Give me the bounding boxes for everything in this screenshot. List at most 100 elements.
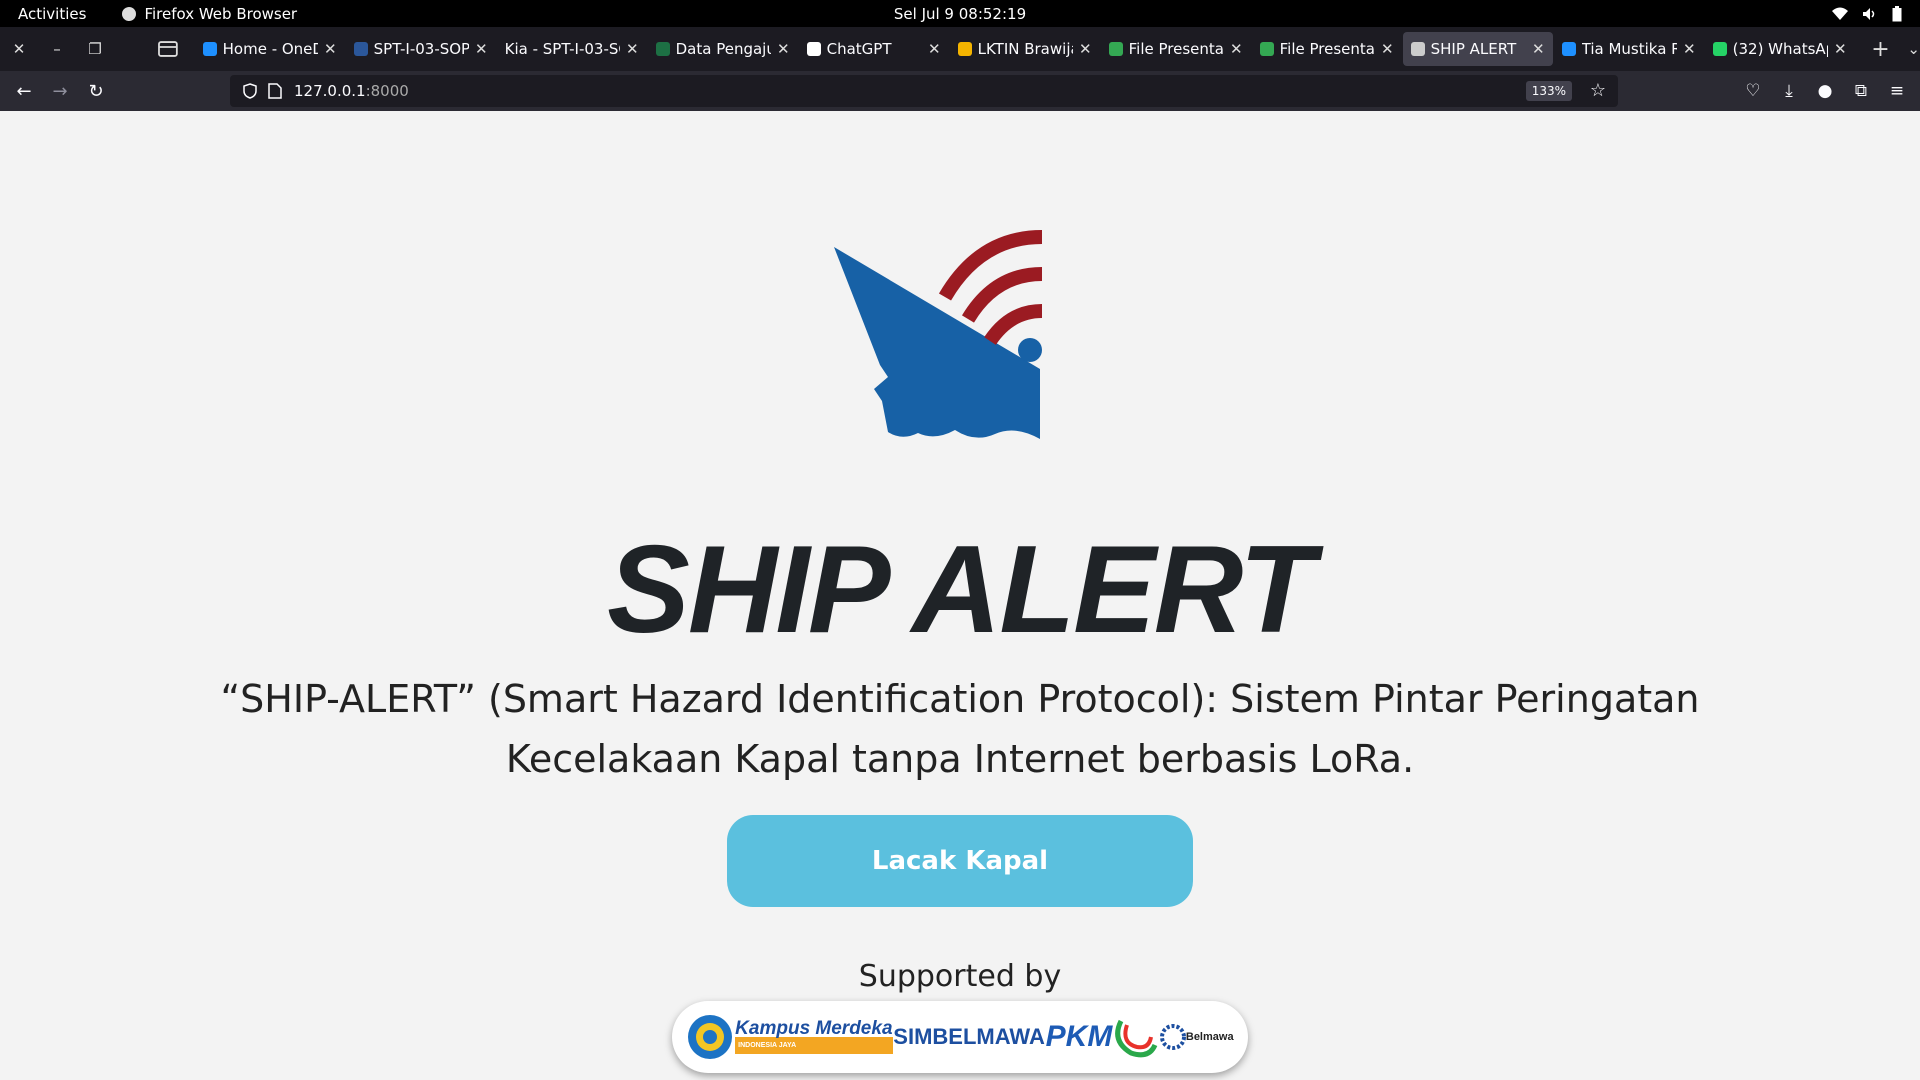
tab-5[interactable]: LKTIN Brawija ✕ (950, 32, 1100, 66)
system-tray[interactable] (1832, 5, 1902, 22)
slides-icon (957, 42, 972, 56)
whatsapp-icon (1712, 42, 1727, 56)
window-controls: ✕ – ❐ (8, 40, 157, 58)
onedrive-icon (1561, 42, 1576, 56)
page-icon (1410, 42, 1425, 56)
firefox-icon (122, 6, 137, 21)
pkm-text: PKM (1045, 1020, 1113, 1053)
tab-title: SPT-I-03-SOP (373, 40, 470, 58)
chatgpt-icon (806, 42, 821, 56)
extensions-icon[interactable]: ⧉ (1852, 81, 1870, 101)
page-info-icon[interactable] (268, 83, 282, 99)
tab-10[interactable]: (32) WhatsAp ✕ (1705, 32, 1855, 66)
tab-9[interactable]: Tia Mustika R ✕ (1554, 32, 1704, 66)
battery-icon (1892, 5, 1902, 21)
belmawa-logo: Belmawa (1159, 1024, 1234, 1050)
tab-title: Tia Mustika R (1581, 40, 1678, 58)
menu-icon[interactable]: ≡ (1888, 81, 1906, 101)
url-port: :8000 (365, 82, 409, 100)
sponsor-logos-strip: Kampus Merdeka INDONESIA JAYA SIMBELMAWA … (672, 1001, 1248, 1073)
app-menu[interactable]: Firefox Web Browser (122, 5, 297, 23)
bookmark-star-icon[interactable]: ☆ (1590, 80, 1606, 101)
kampus-merdeka-text: Kampus Merdeka (735, 1018, 893, 1039)
wifi-icon (1832, 7, 1848, 20)
simbelmawa-text: SIMBELMAWA (893, 1024, 1045, 1049)
tab-strip: Home - OneD ✕ SPT-I-03-SOP ✕ Kia - SPT-I-03-… (195, 32, 1856, 66)
url-host: 127.0.0.1 (294, 82, 366, 100)
close-tab-icon[interactable]: ✕ (1532, 40, 1545, 58)
close-tab-icon[interactable]: ✕ (1230, 40, 1243, 58)
list-all-tabs-icon[interactable]: ⌄ (1907, 40, 1920, 58)
firefox-view-icon[interactable] (157, 40, 179, 58)
excel-icon (655, 42, 670, 56)
activities-button[interactable]: Activities (18, 5, 86, 23)
simbelmawa-logo: SIMBELMAWA (893, 1024, 1045, 1050)
zoom-level-button[interactable]: 133% (1525, 81, 1572, 101)
supported-by-label: Supported by (858, 959, 1062, 994)
close-tab-icon[interactable]: ✕ (928, 40, 941, 58)
volume-icon (1863, 7, 1875, 20)
ship-alert-logo (834, 230, 1043, 439)
drive-icon (1108, 42, 1123, 56)
tab-4[interactable]: ChatGPT ✕ (799, 32, 949, 66)
close-tab-icon[interactable]: ✕ (324, 40, 337, 58)
close-tab-icon[interactable]: ✕ (1834, 40, 1847, 58)
signal-arc-inner (984, 304, 1043, 346)
close-tab-icon[interactable]: ✕ (777, 40, 790, 58)
page-subtitle: “SHIP-ALERT” (Smart Hazard Identificatio… (160, 669, 1760, 789)
swirl-logo (1113, 1015, 1159, 1059)
onedrive-icon (202, 42, 217, 56)
forward-icon[interactable]: → (42, 81, 78, 102)
drive-icon (1259, 42, 1274, 56)
subtitle-line-2: Kecelakaan Kapal tanpa Internet berbasis… (505, 737, 1415, 781)
restore-window-icon[interactable]: ❐ (84, 40, 106, 58)
lacak-kapal-button[interactable]: Lacak Kapal (727, 815, 1193, 907)
tab-bar: ✕ – ❐ Home - OneD ✕ SPT-I-03-SOP ✕ Kia - SPT… (0, 27, 1920, 71)
pocket-icon[interactable]: ♡ (1744, 81, 1762, 101)
tab-2[interactable]: Kia - SPT-I-03-SOF ✕ (497, 32, 647, 66)
reload-icon[interactable]: ↻ (78, 81, 114, 102)
tab-title: SHIP ALERT (1430, 40, 1517, 58)
tab-title: File Presentas (1279, 40, 1376, 58)
tab-8[interactable]: SHIP ALERT ✕ (1402, 32, 1553, 66)
close-tab-icon[interactable]: ✕ (626, 40, 639, 58)
close-tab-icon[interactable]: ✕ (1381, 40, 1394, 58)
clock[interactable]: Sel Jul 9 08:52:19 (894, 5, 1026, 23)
page-content: SHIP ALERT “SHIP-ALERT” (Smart Hazard Id… (0, 111, 1920, 1080)
word-icon (353, 42, 368, 56)
close-window-icon[interactable]: ✕ (8, 40, 30, 58)
belmawa-text: Belmawa (1185, 1031, 1234, 1043)
toolbar-buttons: ♡ ⤓ ● ⧉ ≡ (1744, 81, 1906, 101)
system-top-bar: Activities Firefox Web Browser Sel Jul 9… (0, 0, 1920, 27)
tab-title: ChatGPT (826, 40, 892, 58)
page-headline: SHIP ALERT (607, 521, 1315, 659)
close-tab-icon[interactable]: ✕ (1683, 40, 1696, 58)
app-name: Firefox Web Browser (144, 4, 298, 23)
tab-3[interactable]: Data Pengaju ✕ (648, 32, 798, 66)
kemdikbud-logo (686, 1013, 734, 1061)
subtitle-line-1: “SHIP-ALERT” (Smart Hazard Identificatio… (220, 677, 1700, 721)
tab-title: Data Pengaju (675, 40, 772, 58)
new-tab-button[interactable]: + (1868, 37, 1894, 62)
tab-7[interactable]: File Presentas ✕ (1252, 32, 1402, 66)
tab-1[interactable]: SPT-I-03-SOP ✕ (346, 32, 496, 66)
minimize-window-icon[interactable]: – (46, 40, 68, 58)
tab-title: Home - OneD (222, 40, 319, 58)
url-bar[interactable]: 127.0.0.1:8000 133% ☆ (230, 75, 1618, 107)
navigation-bar: ← → ↻ 127.0.0.1:8000 133% ☆ ♡ ⤓ ● ⧉ ≡ (0, 71, 1920, 111)
close-tab-icon[interactable]: ✕ (475, 40, 488, 58)
tab-title: File Presentas (1128, 40, 1225, 58)
back-icon[interactable]: ← (6, 81, 42, 102)
tab-title: LKTIN Brawija (977, 40, 1074, 58)
tab-0[interactable]: Home - OneD ✕ (195, 32, 345, 66)
tracking-protection-icon[interactable] (242, 83, 258, 99)
tab-title: Kia - SPT-I-03-SOF (504, 40, 620, 58)
pkm-logo: PKM (1046, 1020, 1113, 1054)
close-tab-icon[interactable]: ✕ (1079, 40, 1092, 58)
ship-mast-circle (1018, 338, 1042, 362)
kampus-merdeka-logo: Kampus Merdeka INDONESIA JAYA (735, 1018, 893, 1054)
account-icon[interactable]: ● (1816, 81, 1834, 101)
url-text[interactable]: 127.0.0.1:8000 (294, 82, 409, 100)
downloads-icon[interactable]: ⤓ (1780, 81, 1798, 101)
tab-6[interactable]: File Presentas ✕ (1101, 32, 1251, 66)
